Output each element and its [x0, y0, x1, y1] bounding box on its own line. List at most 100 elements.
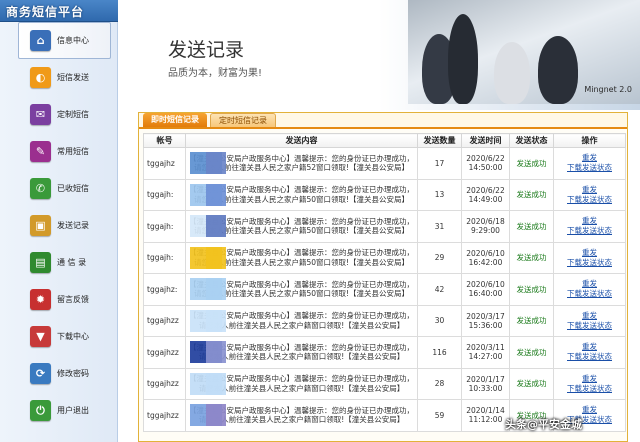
resend-link[interactable]: 重发 — [555, 248, 625, 258]
download-status-link[interactable]: 下载发送状态 — [555, 226, 625, 236]
table-row: tggajhzz 【潼关县公安局户政服务中心】温馨提示：您的身份证已办理成功，请您… — [143, 367, 626, 400]
envelope-icon: ✉ — [30, 104, 51, 125]
download-status-link[interactable]: 下载发送状态 — [555, 195, 625, 205]
table-row: tggajhzz 【潼关县公安局户政服务中心】温馨提示：您的身份证已办理成功，请您… — [143, 336, 626, 369]
download-status-link[interactable]: 下载发送状态 — [555, 352, 625, 362]
send-time: 14:27:00 — [468, 352, 503, 362]
operation-cell: 重发 下载发送状态 — [553, 178, 626, 211]
content-cell: 【潼关县公安局户政服务中心】温馨提示：您的身份证已办理成功，请您本人前往潼关县人… — [185, 336, 418, 369]
column-header: 发送状态 — [509, 133, 554, 148]
count-cell: 42 — [417, 273, 462, 306]
status-cell: 发送成功 — [509, 147, 554, 180]
table-row: tggajhz 【潼关县公安局户政服务中心】温馨提示：您的身份证已办理成功，请您本… — [143, 147, 626, 180]
account-cell: tggajhzz — [143, 304, 186, 337]
password-icon: ⟳ — [30, 363, 51, 384]
table-row: tggajh: 【潼关县公安局户政服务中心】温馨提示：您的身份证已办理成功，请您本… — [143, 210, 626, 243]
resend-link[interactable]: 重发 — [555, 374, 625, 384]
record-tabs: 即时短信记录 定时短信记录 — [139, 113, 627, 129]
table-row: tggajhz: 【潼关县公安局户政服务中心】温馨提示：您的身份证已办理成功，请您… — [143, 273, 626, 306]
sidebar-item-5[interactable]: ✆ 已收短信 — [0, 170, 117, 207]
sidebar-item-3[interactable]: ✉ 定制短信 — [0, 96, 117, 133]
time-cell: 2020/6/22 14:49:00 — [461, 178, 510, 211]
sidebar-item-11[interactable]: ⏻ 用户退出 — [0, 392, 117, 429]
send-time: 16:40:00 — [468, 289, 503, 299]
resend-link[interactable]: 重发 — [555, 342, 625, 352]
download-status-link[interactable]: 下载发送状态 — [555, 289, 625, 299]
sidebar-item-2[interactable]: ◐ 短信发送 — [0, 59, 117, 96]
send-time: 10:33:00 — [468, 383, 503, 393]
sidebar-item-label: 留言反馈 — [57, 295, 89, 304]
table-row: tggajh: 【潼关县公安局户政服务中心】温馨提示：您的身份证已办理成功，请您本… — [143, 178, 626, 211]
sidebar-item-4[interactable]: ✎ 常用短信 — [0, 133, 117, 170]
resend-link[interactable]: 重发 — [555, 185, 625, 195]
operation-cell: 重发 下载发送状态 — [553, 147, 626, 180]
phone-icon: ✆ — [30, 178, 51, 199]
status-cell: 发送成功 — [509, 367, 554, 400]
sidebar-item-9[interactable]: ▼ 下载中心 — [0, 318, 117, 355]
feedback-icon: ✹ — [30, 289, 51, 310]
redaction-block — [206, 183, 226, 206]
resend-link[interactable]: 重发 — [555, 279, 625, 289]
page-title: 发送记录 — [168, 39, 245, 61]
download-status-link[interactable]: 下载发送状态 — [555, 321, 625, 331]
sidebar-item-label: 通 信 录 — [57, 258, 87, 267]
sidebar-item-1[interactable]: ⌂ 信息中心 — [18, 22, 111, 59]
column-header: 发送数量 — [417, 133, 462, 148]
send-date: 2020/6/10 — [466, 248, 505, 258]
account-cell: tggajhzz — [143, 336, 186, 369]
count-cell: 31 — [417, 210, 462, 243]
operation-cell: 重发 下载发送状态 — [553, 210, 626, 243]
account-cell: tggajh: — [143, 178, 186, 211]
records-table: 帐号 发送内容 发送数量 发送时间 发送状态 操作 tggajhz 【潼关县公安局户政服务中… — [143, 133, 626, 432]
sidebar-item-10[interactable]: ⟳ 修改密码 — [0, 355, 117, 392]
sidebar-item-6[interactable]: ▣ 发送记录 — [0, 207, 117, 244]
sidebar-item-label: 信息中心 — [57, 36, 89, 45]
send-date: 2020/6/18 — [466, 217, 505, 227]
column-header: 操作 — [553, 133, 626, 148]
resend-link[interactable]: 重发 — [555, 311, 625, 321]
resend-link[interactable]: 重发 — [555, 153, 625, 163]
operation-cell: 重发 下载发送状态 — [553, 241, 626, 274]
send-icon: ◐ — [30, 67, 51, 88]
download-status-link[interactable]: 下载发送状态 — [555, 258, 625, 268]
send-time: 14:49:00 — [468, 194, 503, 204]
time-cell: 2020/3/17 15:36:00 — [461, 304, 510, 337]
save-icon: ▤ — [30, 252, 51, 273]
resend-link[interactable]: 重发 — [555, 216, 625, 226]
content-cell: 【潼关县公安局户政服务中心】温馨提示：您的身份证已办理成功，请您本人前往潼关县人… — [185, 273, 418, 306]
column-header: 帐号 — [143, 133, 186, 148]
table-row: tggajhzz 【潼关县公安局户政服务中心】温馨提示：您的身份证已办理成功，请您… — [143, 304, 626, 337]
send-date: 2020/1/14 — [466, 406, 505, 416]
column-header: 发送时间 — [461, 133, 510, 148]
watermark: 头条@平安金城 — [505, 410, 640, 438]
table-header-row: 帐号 发送内容 发送数量 发送时间 发送状态 操作 — [143, 133, 626, 148]
send-time: 15:36:00 — [468, 320, 503, 330]
account-cell: tggajhz — [143, 147, 186, 180]
content-cell: 【潼关县公安局户政服务中心】温馨提示：您的身份证已办理成功，请您本人前往潼关县人… — [185, 178, 418, 211]
operation-cell: 重发 下载发送状态 — [553, 273, 626, 306]
count-cell: 28 — [417, 367, 462, 400]
tab-instant-records[interactable]: 即时短信记录 — [143, 113, 207, 127]
sidebar-item-8[interactable]: ✹ 留言反馈 — [0, 281, 117, 318]
header-banner-photo: Mingnet 2.0 — [408, 0, 640, 104]
count-cell: 30 — [417, 304, 462, 337]
account-cell: tggajhzz — [143, 399, 186, 432]
content-cell: 【潼关县公安局户政服务中心】温馨提示：您的身份证已办理成功，请您本人前往潼关县人… — [185, 367, 418, 400]
status-cell: 发送成功 — [509, 178, 554, 211]
count-cell: 13 — [417, 178, 462, 211]
time-cell: 2020/6/10 16:40:00 — [461, 273, 510, 306]
content-cell: 【潼关县公安局户政服务中心】温馨提示：您的身份证已办理成功，请您本人前往潼关县人… — [185, 147, 418, 180]
redaction-block — [206, 278, 226, 300]
sidebar-item-label: 短信发送 — [57, 73, 89, 82]
send-time: 11:12:00 — [468, 415, 503, 425]
tab-scheduled-records[interactable]: 定时短信记录 — [210, 113, 276, 127]
download-status-link[interactable]: 下载发送状态 — [555, 163, 625, 173]
send-time: 9:29:00 — [471, 226, 500, 236]
download-status-link[interactable]: 下载发送状态 — [555, 384, 625, 394]
status-cell: 发送成功 — [509, 241, 554, 274]
sidebar-item-7[interactable]: ▤ 通 信 录 — [0, 244, 117, 281]
send-date: 2020/3/17 — [466, 311, 505, 321]
redaction-block — [206, 404, 226, 426]
time-cell: 2020/6/22 14:50:00 — [461, 147, 510, 180]
sidebar-item-label: 已收短信 — [57, 184, 89, 193]
